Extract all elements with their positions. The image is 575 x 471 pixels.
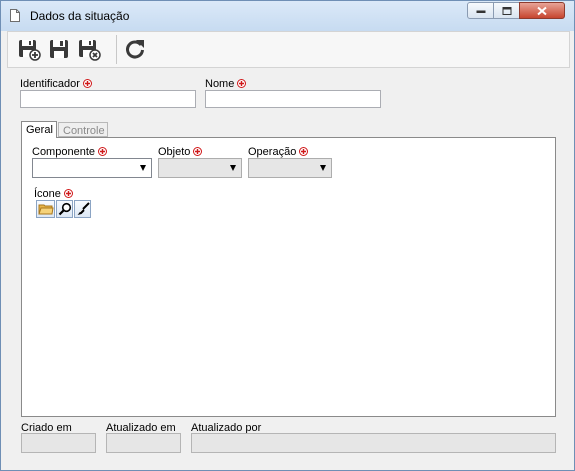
- chevron-down-icon: [230, 165, 236, 171]
- window-title: Dados da situação: [30, 9, 130, 23]
- objeto-label: Objeto: [158, 146, 203, 158]
- operacao-select[interactable]: [248, 158, 332, 178]
- title-bar[interactable]: Dados da situação: [1, 1, 574, 31]
- minimize-button[interactable]: [467, 2, 494, 19]
- required-icon: [193, 147, 203, 156]
- minimize-icon: [476, 10, 485, 13]
- refresh-icon: [126, 40, 144, 59]
- chevron-down-icon: [320, 165, 326, 171]
- maximize-icon: [502, 6, 511, 15]
- save-and-close-button[interactable]: [77, 37, 101, 61]
- identificador-label: Identificador: [20, 78, 92, 90]
- componente-select[interactable]: [32, 158, 152, 178]
- toolbar-separator: [116, 35, 117, 64]
- atualizado-em-field: [106, 433, 181, 453]
- toolbar: [7, 31, 570, 68]
- tab-panel-geral: [21, 137, 556, 417]
- save-close-icon: [79, 40, 101, 61]
- required-icon: [299, 147, 309, 156]
- close-icon: [537, 6, 547, 15]
- icon-clear-button[interactable]: [74, 200, 91, 218]
- required-icon: [98, 147, 107, 156]
- required-icon: [237, 79, 247, 88]
- icon-search-button[interactable]: [56, 200, 73, 218]
- componente-label-text: Componente: [32, 146, 95, 158]
- operacao-label: Operação: [248, 146, 309, 158]
- icone-label: Ícone: [34, 188, 73, 200]
- tab-controle[interactable]: Controle: [58, 122, 108, 137]
- folder-icon: [38, 204, 54, 215]
- operacao-label-text: Operação: [248, 146, 297, 158]
- atualizado-por-field: [191, 433, 556, 453]
- save-button[interactable]: [47, 37, 71, 61]
- save-plus-icon: [19, 40, 41, 61]
- save-icon: [50, 40, 68, 58]
- search-icon: [58, 202, 72, 216]
- maximize-button[interactable]: [493, 2, 520, 19]
- chevron-down-icon: [140, 165, 146, 171]
- close-button[interactable]: [519, 2, 565, 19]
- objeto-select[interactable]: [158, 158, 242, 178]
- nome-input[interactable]: [205, 90, 381, 108]
- componente-label: Componente: [32, 146, 107, 158]
- objeto-label-text: Objeto: [158, 146, 191, 158]
- icone-label-text: Ícone: [34, 188, 61, 200]
- nome-label-text: Nome: [205, 78, 235, 90]
- clear-brush-icon: [77, 202, 90, 215]
- dialog-window: Dados da situação Identificador Nome Ger…: [0, 0, 575, 471]
- nome-label: Nome: [205, 78, 247, 90]
- identificador-input[interactable]: [20, 90, 196, 108]
- criado-em-field: [21, 433, 96, 453]
- save-and-new-button[interactable]: [17, 37, 41, 61]
- icon-browse-button[interactable]: [36, 200, 55, 218]
- required-icon: [63, 189, 73, 198]
- identificador-label-text: Identificador: [20, 78, 80, 90]
- refresh-button[interactable]: [123, 37, 147, 61]
- required-icon: [82, 79, 92, 88]
- document-icon: [10, 9, 20, 22]
- tab-geral[interactable]: Geral: [21, 121, 57, 138]
